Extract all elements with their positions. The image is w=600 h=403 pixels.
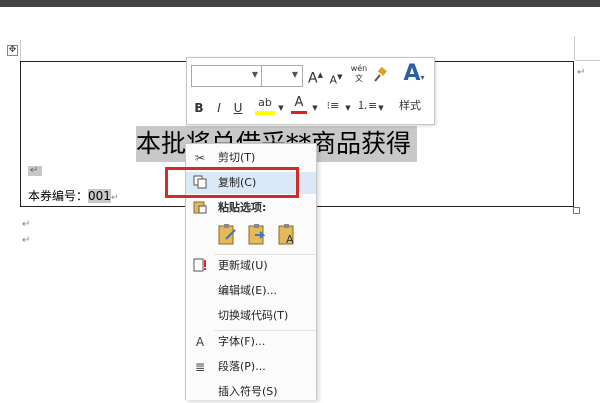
paste-keep-text-only-icon[interactable]: A	[277, 223, 299, 247]
paragraph-mark: ↵	[110, 193, 119, 203]
font-color-icon: A	[294, 95, 304, 110]
grow-font-icon[interactable]: A▲	[308, 68, 323, 86]
menu-item-cut[interactable]: ✂ 剪切(T)	[186, 147, 316, 169]
chevron-down-icon[interactable]: ▼	[377, 101, 385, 115]
crop-mark	[575, 60, 600, 61]
crop-mark	[574, 36, 575, 60]
mini-toolbar: ▼ ▼ A▲ A▼ wén 文 A▾ 样式 B I U ab ▼ A ▼ ⁝≡ …	[186, 57, 435, 125]
bullets-icon[interactable]: ⁝≡	[324, 99, 342, 113]
styles-icon[interactable]: A▾	[399, 61, 429, 91]
crop-mark	[20, 40, 21, 60]
paragraph-mark: ↵	[22, 235, 31, 246]
bold-button[interactable]: B	[193, 101, 205, 115]
highlight-icon: ab	[258, 96, 272, 109]
menu-item-update-field[interactable]: 更新域(U)	[186, 255, 316, 277]
phonetic-guide-icon[interactable]: wén 文	[349, 64, 369, 84]
update-field-icon	[192, 258, 208, 274]
numbering-icon[interactable]: ⒈≡	[357, 99, 377, 113]
ticket-label: 本券编号：	[28, 189, 89, 203]
italic-button[interactable]: I	[213, 101, 225, 115]
paste-keep-source-formatting-icon[interactable]	[217, 223, 239, 247]
copy-annotation-highlight	[165, 167, 299, 198]
font-icon: A	[195, 335, 205, 349]
window-top-bar	[0, 0, 600, 7]
ticket-number-field[interactable]: 001	[88, 189, 111, 203]
paragraph-mark: ↵	[22, 219, 31, 230]
highlight-button[interactable]: ab	[255, 96, 275, 115]
font-color-button[interactable]: A	[291, 96, 307, 114]
paste-icon	[192, 200, 208, 216]
menu-item-toggle-field-codes[interactable]: 切换域代码(T)	[186, 305, 316, 327]
paragraph-mark: ↵	[30, 165, 39, 176]
ticket-number-line[interactable]: 本券编号：001↵	[28, 188, 118, 205]
paragraph-icon: ≣	[194, 360, 206, 374]
move-handle-icon[interactable]: ✥	[7, 45, 18, 56]
menu-item-paragraph[interactable]: ≣ 段落(P)...	[186, 356, 316, 378]
scissors-icon: ✂	[194, 151, 206, 165]
menu-item-edit-field[interactable]: 编辑域(E)...	[186, 280, 316, 302]
chevron-down-icon[interactable]: ▼	[277, 101, 285, 115]
font-size-combo[interactable]: ▼	[261, 65, 303, 87]
format-painter-icon[interactable]	[373, 66, 389, 86]
menu-header-paste-options: 粘贴选项:	[186, 197, 316, 219]
paragraph-mark: ↵	[577, 67, 586, 78]
chevron-down-icon[interactable]: ▼	[344, 101, 352, 115]
svg-text:A: A	[286, 233, 294, 246]
chevron-down-icon[interactable]: ▼	[311, 101, 319, 115]
shrink-font-icon[interactable]: A▼	[329, 70, 343, 88]
styles-label[interactable]: 样式	[399, 97, 421, 113]
resize-handle[interactable]	[573, 207, 580, 214]
paste-merge-formatting-icon[interactable]	[247, 223, 269, 247]
chevron-down-icon: ▼	[251, 70, 258, 79]
underline-button[interactable]: U	[232, 101, 244, 115]
font-name-combo[interactable]: ▼	[191, 65, 263, 87]
chevron-down-icon: ▼	[291, 70, 298, 79]
menu-item-font[interactable]: A 字体(F)...	[186, 331, 316, 353]
